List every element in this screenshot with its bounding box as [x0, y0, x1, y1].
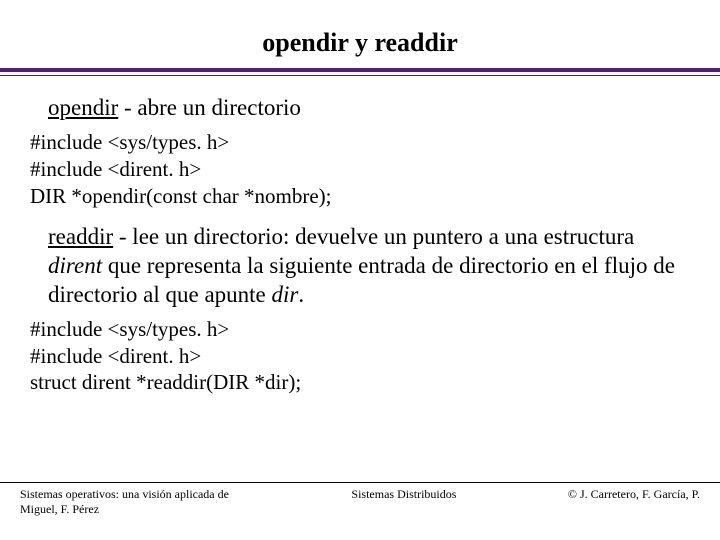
code-line: #include <sys/types. h>	[30, 129, 690, 156]
readdir-dir: dir	[272, 282, 299, 307]
footer-right: © J. Carretero, F. García, P.	[568, 487, 700, 502]
opendir-intro: opendir - abre un directorio	[48, 94, 690, 123]
readdir-code: #include <sys/types. h> #include <dirent…	[30, 316, 690, 397]
slide-content: opendir - abre un directorio #include <s…	[0, 76, 720, 396]
readdir-intro: readdir - lee un directorio: devuelve un…	[48, 223, 690, 309]
code-line: struct dirent *readdir(DIR *dir);	[30, 369, 690, 396]
code-line: #include <sys/types. h>	[30, 316, 690, 343]
slide-footer: Sistemas operativos: una visión aplicada…	[0, 482, 720, 516]
readdir-desc-a: - lee un directorio: devuelve un puntero…	[113, 224, 634, 249]
readdir-fn-name: readdir	[48, 224, 113, 249]
code-line: #include <dirent. h>	[30, 343, 690, 370]
footer-left: Sistemas operativos: una visión aplicada…	[20, 487, 240, 516]
readdir-dirent: dirent	[48, 253, 102, 278]
code-line: #include <dirent. h>	[30, 156, 690, 183]
readdir-desc-b: que representa la siguiente entrada de d…	[48, 253, 675, 307]
title-underline	[0, 68, 720, 76]
slide-title: opendir y readdir	[0, 0, 720, 68]
opendir-code: #include <sys/types. h> #include <dirent…	[30, 129, 690, 210]
footer-center: Sistemas Distribuidos	[240, 487, 568, 502]
code-line: DIR *opendir(const char *nombre);	[30, 183, 690, 210]
readdir-desc-c: .	[298, 282, 304, 307]
opendir-desc: - abre un directorio	[118, 95, 301, 120]
opendir-fn-name: opendir	[48, 95, 118, 120]
